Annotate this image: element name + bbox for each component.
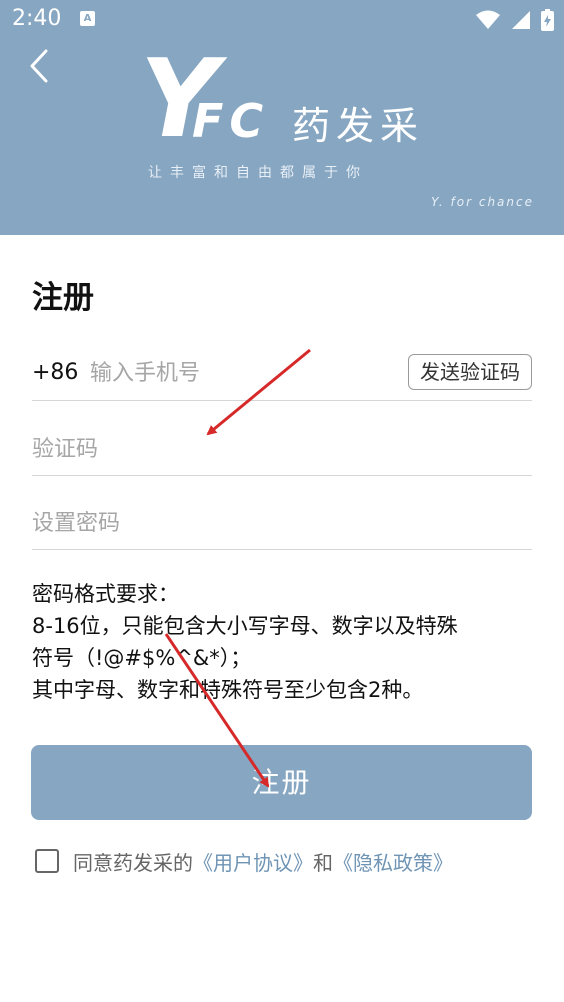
logo-letters-fc: FC	[192, 94, 270, 148]
page-title: 注册	[32, 280, 94, 316]
rules-line: 符号（!@#$%^&*）；	[32, 646, 252, 670]
phone-row: +86 发送验证码	[32, 348, 532, 401]
password-rules: 密码格式要求： 8-16位，只能包含大小写字母、数字以及特殊 符号（!@#$%^…	[32, 578, 542, 706]
checkbox-icon[interactable]	[35, 849, 59, 873]
brand-tagline: Y. for chance	[431, 195, 534, 209]
privacy-policy-link[interactable]: 《隐私政策》	[333, 847, 453, 876]
verification-code-input[interactable]	[32, 432, 512, 466]
rules-line: 其中字母、数字和特殊符号至少包含2种。	[32, 678, 424, 702]
app-header: 2:40 A Y FC 药发采 让丰富和自由都属于你 Y. for chance	[0, 0, 564, 235]
status-icons	[475, 8, 554, 32]
country-code[interactable]: +86	[32, 360, 78, 385]
wifi-icon	[476, 10, 500, 29]
code-row	[32, 424, 532, 476]
signal-icon	[512, 11, 530, 29]
user-agreement-link[interactable]: 《用户协议》	[193, 847, 313, 876]
rules-line: 8-16位，只能包含大小写字母、数字以及特殊	[32, 614, 458, 638]
logo-brand-name: 药发采	[292, 104, 425, 148]
back-arrow-icon[interactable]	[26, 48, 54, 84]
brand-slogan: 让丰富和自由都属于你	[148, 165, 368, 181]
password-input[interactable]	[32, 506, 512, 540]
agreement-prefix: 同意药发采的	[73, 850, 193, 875]
phone-input[interactable]	[90, 356, 390, 390]
status-time: 2:40	[12, 6, 62, 31]
send-code-button[interactable]: 发送验证码	[408, 354, 532, 390]
battery-icon	[541, 9, 554, 31]
rules-line: 密码格式要求：	[32, 582, 179, 606]
agreement-row: 同意药发采的 《用户协议》 和 《隐私政策》	[35, 846, 453, 876]
notification-a-icon: A	[80, 11, 95, 26]
status-bar: 2:40 A	[0, 0, 564, 40]
password-row	[32, 498, 532, 550]
agreement-and: 和	[313, 850, 333, 875]
register-button[interactable]: 注册	[31, 745, 532, 820]
